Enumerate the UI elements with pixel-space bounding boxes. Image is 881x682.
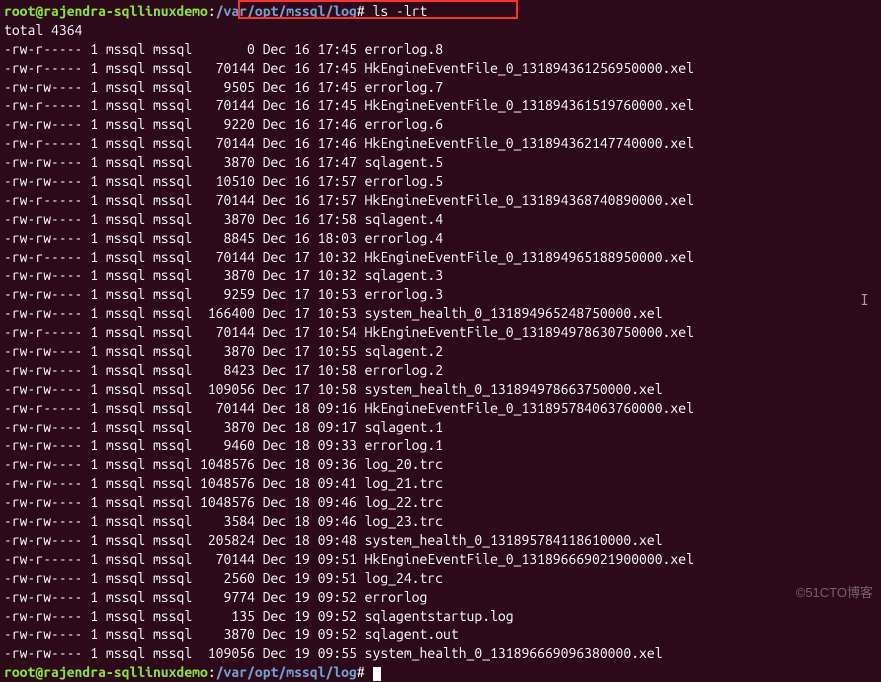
terminal-output[interactable]: root@rajendra-sqllinuxdemo:/var/opt/mssq… bbox=[4, 2, 877, 682]
total-line: total 4364 bbox=[4, 22, 82, 38]
prompt-user-host-2: root@rajendra-sqllinuxdemo bbox=[4, 664, 208, 680]
prompt-path: /var/opt/mssql/log bbox=[216, 3, 357, 19]
text-cursor-icon: I bbox=[860, 290, 869, 312]
prompt-path-2: /var/opt/mssql/log bbox=[216, 664, 357, 680]
file-listing: -rw-r----- 1 mssql mssql 0 Dec 16 17:45 … bbox=[4, 41, 694, 662]
command-text: ls -lrt bbox=[373, 3, 428, 19]
watermark-text: ©51CTO博客 bbox=[796, 584, 873, 602]
prompt-user-host: root@rajendra-sqllinuxdemo bbox=[4, 3, 208, 19]
prompt-symbol-2: # bbox=[357, 664, 365, 680]
prompt-colon-2: : bbox=[208, 664, 216, 680]
prompt-colon: : bbox=[208, 3, 216, 19]
cursor-icon bbox=[373, 667, 381, 681]
prompt-symbol: # bbox=[357, 3, 365, 19]
